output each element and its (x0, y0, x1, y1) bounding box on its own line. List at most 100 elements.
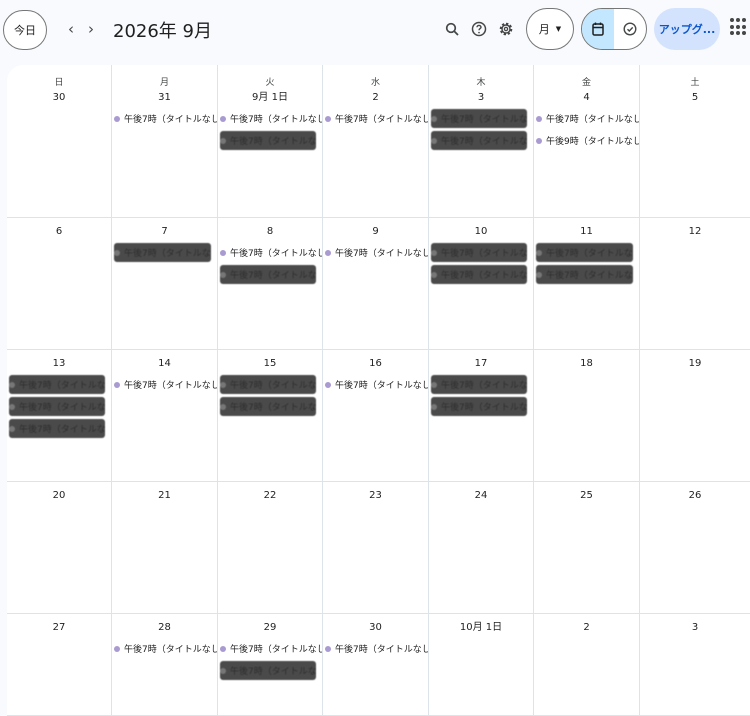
date-number[interactable]: 12 (640, 224, 750, 240)
day-cell[interactable]: 3 (640, 614, 750, 716)
date-number[interactable]: 15 (218, 356, 322, 372)
day-cell[interactable]: 22 (218, 482, 323, 614)
event-chip-redacted[interactable]: 午後7時（タイトルなし (220, 265, 316, 284)
event-chip-redacted[interactable]: 午後7時（タイトルなし (114, 243, 211, 262)
event-chip[interactable]: 午後7時（タイトルなし (325, 375, 428, 394)
date-number[interactable]: 14 (112, 356, 217, 372)
chevron-left-icon[interactable]: ‹ (60, 16, 82, 42)
day-cell[interactable]: 24 (429, 482, 534, 614)
day-cell[interactable]: 6 (7, 218, 112, 350)
date-number[interactable]: 25 (534, 488, 639, 504)
date-number[interactable]: 9 (323, 224, 428, 240)
date-number[interactable]: 7 (112, 224, 217, 240)
tasks-mode-button[interactable] (614, 9, 646, 49)
day-cell[interactable]: 13 午後7時（タイトルなし午後7時（タイトルなし午後7時（タイトルなし (7, 350, 112, 482)
date-number[interactable]: 29 (218, 620, 322, 636)
event-chip-redacted[interactable]: 午後7時（タイトルなし (431, 243, 527, 262)
day-cell[interactable]: 20 (7, 482, 112, 614)
day-cell[interactable]: 水 2 午後7時（タイトルなし (323, 65, 429, 218)
event-chip[interactable]: 午後7時（タイトルなし (114, 639, 217, 658)
day-cell[interactable]: 日 30 (7, 65, 112, 218)
day-cell[interactable]: 7 午後7時（タイトルなし (112, 218, 218, 350)
day-cell[interactable]: 27 (7, 614, 112, 716)
date-number[interactable]: 2 (534, 620, 639, 636)
event-chip[interactable]: 午後7時（タイトルなし (220, 639, 322, 658)
event-chip[interactable]: 午後7時（タイトルなし (325, 243, 428, 262)
event-chip-redacted[interactable]: 午後7時（タイトルなし (9, 375, 105, 394)
date-number[interactable]: 6 (7, 224, 111, 240)
event-chip[interactable]: 午後7時（タイトルなし (536, 109, 639, 128)
day-cell[interactable]: 16 午後7時（タイトルなし (323, 350, 429, 482)
event-chip-redacted[interactable]: 午後7時（タイトルなし (220, 375, 316, 394)
date-number[interactable]: 18 (534, 356, 639, 372)
event-chip-redacted[interactable]: 午後7時（タイトルなし (220, 397, 316, 416)
date-number[interactable]: 3 (429, 90, 533, 106)
date-number[interactable]: 22 (218, 488, 322, 504)
event-chip-redacted[interactable]: 午後7時（タイトルなし (536, 243, 633, 262)
day-cell[interactable]: 10 午後7時（タイトルなし午後7時（タイトルなし (429, 218, 534, 350)
day-cell[interactable]: 火 9月 1日午後7時（タイトルなし午後7時（タイトルなし (218, 65, 323, 218)
event-chip[interactable]: 午後7時（タイトルなし (325, 639, 428, 658)
date-number[interactable]: 10 (429, 224, 533, 240)
date-number[interactable]: 4 (534, 90, 639, 106)
day-cell[interactable]: 19 (640, 350, 750, 482)
day-cell[interactable]: 30 午後7時（タイトルなし (323, 614, 429, 716)
event-chip-redacted[interactable]: 午後7時（タイトルなし (431, 109, 527, 128)
day-cell[interactable]: 15 午後7時（タイトルなし午後7時（タイトルなし (218, 350, 323, 482)
day-cell[interactable]: 土5 (640, 65, 750, 218)
day-cell[interactable]: 26 (640, 482, 750, 614)
date-number[interactable]: 11 (534, 224, 639, 240)
chevron-right-icon[interactable]: › (80, 16, 102, 42)
event-chip-redacted[interactable]: 午後7時（タイトルなし (431, 131, 527, 150)
day-cell[interactable]: 14 午後7時（タイトルなし (112, 350, 218, 482)
day-cell[interactable]: 28 午後7時（タイトルなし (112, 614, 218, 716)
calendar-mode-button[interactable] (582, 9, 614, 49)
event-chip[interactable]: 午後7時（タイトルなし (114, 375, 217, 394)
day-cell[interactable]: 9 午後7時（タイトルなし (323, 218, 429, 350)
view-select[interactable]: 月 ▼ (526, 8, 574, 50)
date-number[interactable]: 30 (323, 620, 428, 636)
date-number[interactable]: 30 (7, 90, 111, 106)
date-number[interactable]: 8 (218, 224, 322, 240)
event-chip-redacted[interactable]: 午後7時（タイトルなし (220, 661, 316, 680)
date-number[interactable]: 9月 1日 (218, 90, 322, 106)
upgrade-button[interactable]: アップグ... (654, 8, 720, 50)
day-cell[interactable]: 月 31 午後7時（タイトルなし (112, 65, 218, 218)
day-cell[interactable]: 21 (112, 482, 218, 614)
event-chip[interactable]: 午後9時（タイトルなし (536, 131, 639, 150)
apps-grid-icon[interactable] (730, 18, 748, 36)
day-cell[interactable]: 17 午後7時（タイトルなし午後7時（タイトルなし (429, 350, 534, 482)
day-cell[interactable]: 2 (534, 614, 640, 716)
date-number[interactable]: 27 (7, 620, 111, 636)
help-icon[interactable] (467, 16, 491, 42)
day-cell[interactable]: 25 (534, 482, 640, 614)
date-number[interactable]: 23 (323, 488, 428, 504)
date-number[interactable]: 2 (323, 90, 428, 106)
date-number[interactable]: 31 (112, 90, 217, 106)
day-cell[interactable]: 8 午後7時（タイトルなし午後7時（タイトルなし (218, 218, 323, 350)
date-number[interactable]: 19 (640, 356, 750, 372)
date-number[interactable]: 20 (7, 488, 111, 504)
day-cell[interactable]: 23 (323, 482, 429, 614)
date-number[interactable]: 10月 1日 (429, 620, 533, 636)
event-chip-redacted[interactable]: 午後7時（タイトルなし (431, 375, 527, 394)
day-cell[interactable]: 12 (640, 218, 750, 350)
event-chip[interactable]: 午後7時（タイトルなし (114, 109, 217, 128)
event-chip-redacted[interactable]: 午後7時（タイトルなし (431, 265, 527, 284)
search-icon[interactable] (440, 16, 464, 42)
day-cell[interactable]: 10月 1日 (429, 614, 534, 716)
gear-icon[interactable] (494, 16, 518, 42)
today-button[interactable]: 今日 (3, 10, 47, 50)
event-chip-redacted[interactable]: 午後7時（タイトルなし (431, 397, 527, 416)
event-chip[interactable]: 午後7時（タイトルなし (220, 243, 322, 262)
date-number[interactable]: 26 (640, 488, 750, 504)
date-number[interactable]: 28 (112, 620, 217, 636)
date-number[interactable]: 24 (429, 488, 533, 504)
date-number[interactable]: 17 (429, 356, 533, 372)
event-chip[interactable]: 午後7時（タイトルなし (220, 109, 322, 128)
day-cell[interactable]: 木 3 午後7時（タイトルなし午後7時（タイトルなし (429, 65, 534, 218)
date-number[interactable]: 5 (640, 90, 750, 106)
day-cell[interactable]: 金 4 午後7時（タイトルなし 午後9時（タイトルなし (534, 65, 640, 218)
event-chip-redacted[interactable]: 午後7時（タイトルなし (220, 131, 316, 150)
event-chip-redacted[interactable]: 午後7時（タイトルなし (9, 419, 105, 438)
